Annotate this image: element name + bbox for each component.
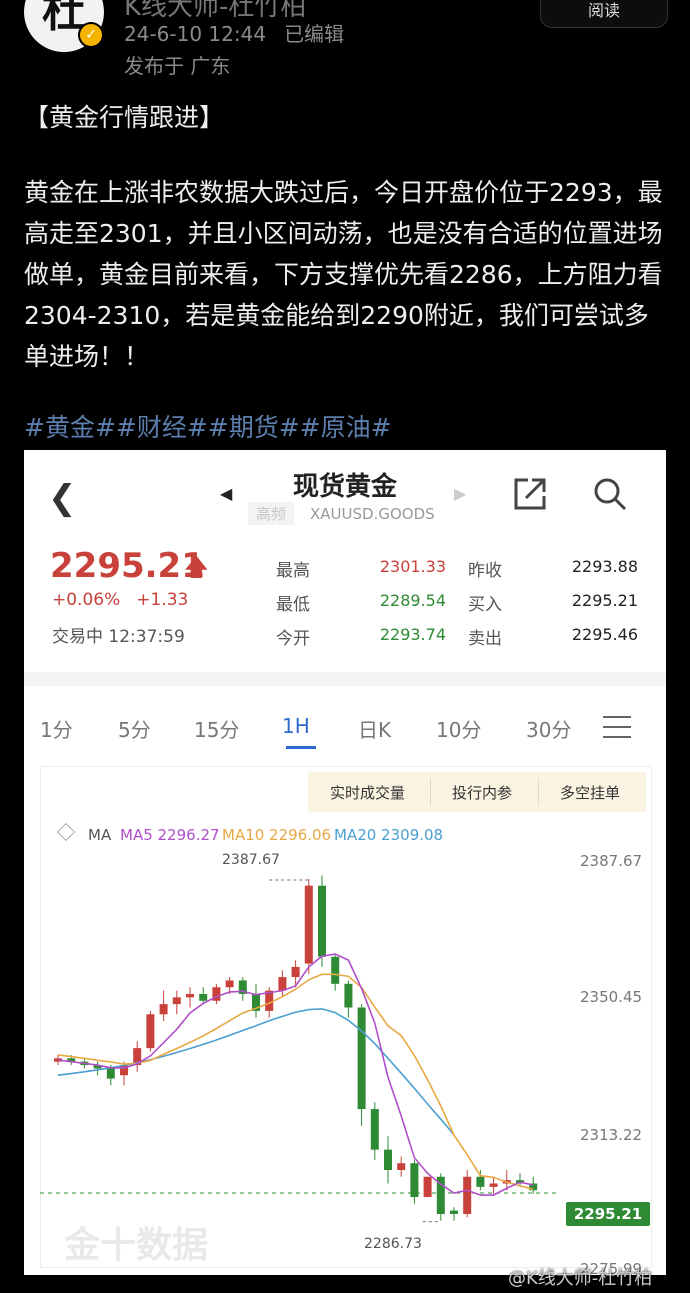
candle-body <box>278 977 287 991</box>
candle-body <box>423 1176 432 1198</box>
orderbook-button[interactable]: 多空挂单 <box>560 782 620 803</box>
high-label: 最高 <box>276 561 310 581</box>
candle-body <box>106 1068 115 1079</box>
low-annotation: 2286.73 <box>364 1236 422 1252</box>
tab-10min[interactable]: 10分 <box>436 714 481 743</box>
open-value: 2293.74 <box>379 625 446 644</box>
change-absolute: +1.33 <box>136 590 189 610</box>
candle-body <box>172 997 181 1005</box>
post-body: 黄金在上涨非农数据大跌过后，今日开盘价位于2293，最高走至2301，并且小区间… <box>24 178 663 371</box>
prev-close-label: 昨收 <box>468 561 502 581</box>
prev-close-value: 2293.88 <box>571 557 638 576</box>
tab-15min[interactable]: 15分 <box>194 714 239 743</box>
weibo-watermark: @K线大师-杜竹柏 <box>508 1268 653 1289</box>
current-price-tag: 2295.21 <box>566 1202 650 1226</box>
share-icon[interactable] <box>512 476 548 516</box>
edited-label: 已编辑 <box>284 22 345 46</box>
high-value: 2301.33 <box>379 557 446 576</box>
price-change: +0.06% +1.33 <box>52 590 204 610</box>
post-location: 发布于 广东 <box>124 54 231 78</box>
candle-body <box>476 1176 485 1187</box>
tab-daily[interactable]: 日K <box>358 714 391 743</box>
high-annotation: 2387.67 <box>222 852 280 868</box>
low-value: 2289.54 <box>379 591 446 610</box>
freq-badge: 高频 <box>248 502 295 525</box>
low-label: 最低 <box>276 595 310 615</box>
candle-body <box>291 966 300 978</box>
market-screenshot[interactable]: ❮ ◀ 现货黄金 ▶ 高频 XAUUSD.GOODS 2295.21 🡅 +0.… <box>24 450 666 1275</box>
tab-1h[interactable]: 1H <box>282 714 310 738</box>
post-date: 24-6-10 12:44 <box>124 22 267 46</box>
ma20-legend: MA20 2309.08 <box>334 826 444 844</box>
bid-value: 2295.21 <box>571 591 638 610</box>
candle-body <box>186 993 194 998</box>
tab-1min[interactable]: 1分 <box>40 714 73 743</box>
candle-body <box>370 1109 379 1150</box>
active-tab-indicator <box>286 746 316 749</box>
post-meta: 24-6-10 12:44 已编辑 <box>124 18 362 47</box>
candle-body <box>159 1004 168 1015</box>
current-price: 2295.21 <box>50 546 205 586</box>
post-tags[interactable]: #黄金##财经##期货##原油# <box>24 408 392 444</box>
candle-body <box>318 885 326 957</box>
candle-body <box>410 1163 419 1198</box>
tab-30min[interactable]: 30分 <box>526 714 571 743</box>
ask-value: 2295.46 <box>571 625 638 644</box>
y-tick-label: 2387.67 <box>580 852 643 870</box>
candle-body <box>199 993 208 1001</box>
candle-body <box>450 1210 458 1214</box>
ma5-line <box>57 953 534 1196</box>
candle-body <box>463 1176 472 1214</box>
trade-status: 交易中 12:37:59 <box>52 627 185 647</box>
search-icon[interactable] <box>592 476 628 516</box>
candle-body <box>489 1183 498 1187</box>
y-tick-label: 2350.45 <box>580 988 643 1006</box>
volume-button[interactable]: 实时成交量 <box>330 782 405 803</box>
open-label: 今开 <box>276 629 310 649</box>
weibo-username: K线大师-杜竹柏 <box>526 1268 653 1289</box>
change-percent: +0.06% <box>52 590 121 610</box>
next-symbol-icon[interactable]: ▶ <box>454 484 466 503</box>
ma5-legend: MA5 2296.27 <box>120 826 220 844</box>
tab-5min[interactable]: 5分 <box>118 714 151 743</box>
verified-badge-icon: ✓ <box>78 22 104 48</box>
app-title: 现货黄金 <box>292 472 397 502</box>
ma20-line <box>57 1008 455 1136</box>
read-count-button[interactable]: 阅读 <box>540 0 668 28</box>
candle-body <box>344 983 353 1008</box>
ma10-line <box>57 973 534 1191</box>
menu-icon[interactable] <box>602 714 632 744</box>
candle-body <box>331 956 340 984</box>
toolbar-separator <box>538 778 539 806</box>
bid-label: 买入 <box>468 595 502 615</box>
ma-label: MA <box>88 826 112 844</box>
candle-body <box>304 885 313 964</box>
toolbar-separator <box>430 778 431 806</box>
candle-body <box>146 1014 155 1049</box>
candle-body <box>225 980 234 988</box>
candle-body <box>397 1163 406 1170</box>
y-tick-label: 2313.22 <box>580 1126 643 1144</box>
symbol-code: XAUUSD.GOODS <box>310 505 435 523</box>
candlestick-chart <box>40 875 560 1223</box>
candle-body <box>384 1149 392 1170</box>
section-divider <box>24 672 666 686</box>
bank-insight-button[interactable]: 投行内参 <box>452 782 512 803</box>
candle-body <box>357 1007 366 1110</box>
up-arrow-icon: 🡅 <box>184 553 209 581</box>
post-title: 【黄金行情跟进】 <box>24 103 225 132</box>
ma10-legend: MA10 2296.06 <box>222 826 332 844</box>
ask-label: 卖出 <box>468 629 502 649</box>
